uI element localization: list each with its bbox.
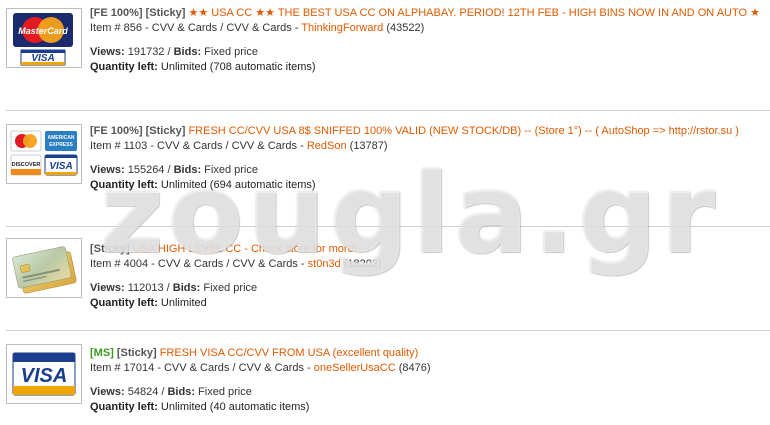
listing-meta: Item # 4004 - CVV & Cards / CVV & Cards … (90, 257, 760, 271)
listing-stats: Views: 155264 / Bids: Fixed price (90, 164, 258, 176)
listing-thumbnail[interactable]: AMERICAN EXPRESS DISCOVER VISA (6, 124, 82, 184)
seller-link[interactable]: st0n3d (308, 258, 341, 270)
listing-item-category: Item # 4004 - CVV & Cards / CVV & Cards … (90, 258, 308, 270)
quantity-label: Quantity left: (90, 297, 158, 309)
quantity-label: Quantity left: (90, 61, 158, 73)
views-label: Views: (90, 282, 125, 294)
listing-title-link[interactable]: FRESH VISA CC/CVV FROM USA (excellent qu… (160, 347, 419, 359)
listing-title-link[interactable]: ★★ USA CC ★★ THE BEST USA CC ON ALPHABAY… (188, 7, 760, 19)
views-value: 191732 (127, 46, 165, 58)
seller-score: (13787) (349, 140, 388, 152)
listing-item-category: Item # 1103 - CVV & Cards / CVV & Cards … (90, 140, 307, 152)
listing-stats: Views: 54824 / Bids: Fixed price (90, 386, 252, 398)
bids-label: Bids: (172, 282, 201, 294)
quantity-value: Unlimited (160, 297, 207, 309)
listing-stats: Views: 112013 / Bids: Fixed price (90, 282, 258, 294)
bids-value: Fixed price (203, 282, 258, 294)
listing-tag-sticky: [Sticky] (116, 347, 157, 359)
svg-text:VISA: VISA (21, 365, 68, 387)
seller-link[interactable]: ThinkingForward (301, 22, 383, 34)
listing-divider (6, 226, 770, 227)
seller-link[interactable]: RedSon (307, 140, 347, 152)
listing-stats: Views: 191732 / Bids: Fixed price (90, 46, 258, 58)
views-value: 54824 (127, 386, 159, 398)
credit-card-photo-icon (7, 239, 81, 297)
listing-thumbnail[interactable]: MasterCard VISA (6, 8, 82, 68)
listing-tag-sticky: [Sticky] (145, 7, 186, 19)
listing-title-link[interactable]: FRESH CC/CVV USA 8$ SNIFFED 100% VALID (… (188, 125, 738, 137)
mastercard-visa-logo-icon: MasterCard VISA (7, 9, 81, 67)
visa-logo-icon: VISA (7, 345, 81, 403)
views-label: Views: (90, 386, 125, 398)
svg-text:EXPRESS: EXPRESS (49, 142, 73, 148)
quantity-label: Quantity left: (90, 179, 158, 191)
seller-score: (43522) (386, 22, 425, 34)
bids-label: Bids: (173, 46, 202, 58)
views-label: Views: (90, 164, 125, 176)
listing-quantity: Quantity left: Unlimited (694 automatic … (90, 178, 760, 192)
listing-divider (6, 330, 770, 331)
bids-label: Bids: (173, 164, 202, 176)
listing-quantity: Quantity left: Unlimited (708 automatic … (90, 60, 760, 74)
listing-quantity: Quantity left: Unlimited (90, 296, 760, 310)
svg-text:VISA: VISA (31, 53, 54, 64)
listing-meta: Item # 17014 - CVV & Cards / CVV & Cards… (90, 361, 760, 375)
svg-text:MasterCard: MasterCard (18, 26, 68, 36)
listing-thumbnail[interactable] (6, 238, 82, 298)
quantity-value: Unlimited (40 automatic items) (160, 401, 310, 413)
card-brands-logo-icon: AMERICAN EXPRESS DISCOVER VISA (7, 125, 81, 183)
seller-link[interactable]: oneSellerUsaCC (314, 362, 396, 374)
listing-title: [MS] [Sticky] FRESH VISA CC/CVV FROM USA… (90, 346, 760, 361)
listing-title: [FE 100%] [Sticky] FRESH CC/CVV USA 8$ S… (90, 124, 760, 139)
quantity-value: Unlimited (694 automatic items) (160, 179, 316, 191)
bids-value: Fixed price (204, 164, 258, 176)
listing-tag-sticky: [Sticky] (145, 125, 186, 137)
seller-score: (8476) (398, 362, 431, 374)
bids-label: Bids: (167, 386, 195, 398)
listing-tag-fe: [FE 100%] (90, 7, 143, 19)
views-label: Views: (90, 46, 125, 58)
listing-title: [Sticky] USA HIGH LEVEL CC - Check store… (90, 242, 760, 257)
listing-meta: Item # 1103 - CVV & Cards / CVV & Cards … (90, 139, 760, 153)
listing-tag-fe: [FE 100%] (90, 125, 143, 137)
listing-item-category: Item # 17014 - CVV & Cards / CVV & Cards… (90, 362, 314, 374)
seller-score: (18202) (343, 258, 382, 270)
listing-title: [FE 100%] [Sticky] ★★ USA CC ★★ THE BEST… (90, 6, 760, 21)
listing-meta: Item # 856 - CVV & Cards / CVV & Cards -… (90, 21, 760, 35)
svg-text:DISCOVER: DISCOVER (12, 162, 41, 168)
listing-tag-sticky: [Sticky] (90, 243, 130, 255)
views-value: 155264 (127, 164, 165, 176)
bids-value: Fixed price (204, 46, 258, 58)
svg-text:VISA: VISA (49, 161, 72, 172)
listing-thumbnail[interactable]: VISA (6, 344, 82, 404)
listing-title-link[interactable]: USA HIGH LEVEL CC - Check store for more… (133, 243, 357, 255)
listing-tag-ms: [MS] (90, 347, 114, 359)
views-value: 112013 (127, 282, 164, 294)
quantity-value: Unlimited (708 automatic items) (160, 61, 316, 73)
listing-quantity: Quantity left: Unlimited (40 automatic i… (90, 400, 760, 414)
quantity-label: Quantity left: (90, 401, 158, 413)
listing-item-category: Item # 856 - CVV & Cards / CVV & Cards - (90, 22, 302, 34)
listing-divider (6, 110, 770, 111)
bids-value: Fixed price (198, 386, 252, 398)
svg-text:AMERICAN: AMERICAN (48, 135, 75, 141)
